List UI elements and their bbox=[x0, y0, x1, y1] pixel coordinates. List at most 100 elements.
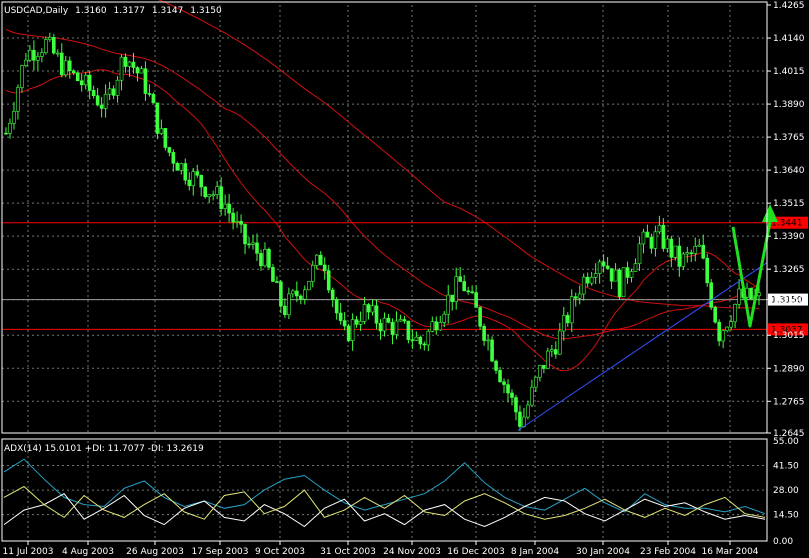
candle-body bbox=[506, 384, 510, 394]
candle-body bbox=[629, 271, 634, 278]
candle-body bbox=[685, 252, 690, 255]
candle-body bbox=[538, 365, 542, 378]
candle-body bbox=[223, 203, 227, 209]
candle-body bbox=[386, 317, 391, 323]
candle-body bbox=[390, 322, 395, 335]
time-tick-label: 26 Aug 2003 bbox=[126, 547, 184, 557]
candle-body bbox=[135, 67, 140, 74]
candle-body bbox=[179, 163, 184, 171]
candle-body bbox=[366, 304, 371, 313]
candle-body bbox=[147, 93, 152, 95]
candle-body bbox=[697, 244, 702, 247]
candle-body bbox=[406, 320, 411, 340]
candle-body bbox=[550, 349, 554, 352]
time-tick-label: 16 Mar 2004 bbox=[701, 547, 758, 557]
candle-body bbox=[127, 61, 132, 67]
candle-body bbox=[259, 253, 263, 267]
candle-body bbox=[83, 74, 88, 86]
candle-body bbox=[99, 104, 104, 109]
candle-body bbox=[36, 56, 40, 61]
candle-body bbox=[75, 72, 80, 82]
candle-body bbox=[115, 79, 120, 96]
price-tick-label: 1.4140 bbox=[773, 34, 805, 44]
candle-body bbox=[67, 60, 72, 72]
candle-body bbox=[470, 291, 474, 293]
candle-body bbox=[247, 243, 251, 246]
candle-body bbox=[171, 152, 176, 164]
time-tick-label: 11 Jul 2003 bbox=[3, 547, 54, 557]
candle-body bbox=[494, 360, 498, 371]
candle-body bbox=[713, 307, 717, 323]
candle-body bbox=[271, 267, 275, 282]
candle-body bbox=[757, 292, 761, 297]
candle-body bbox=[167, 147, 172, 153]
price-tick-label: 1.3015 bbox=[773, 331, 805, 341]
axes-labels: 1.4265 1.4140 1.4015 1.3890 1.3765 1.3640 1.35… bbox=[3, 1, 805, 557]
candle-body bbox=[526, 404, 530, 418]
candle-body bbox=[597, 261, 602, 274]
candle-body bbox=[362, 304, 367, 322]
candle-body bbox=[625, 267, 630, 278]
candle-body bbox=[518, 411, 522, 427]
candle-body bbox=[287, 293, 291, 316]
candle-body bbox=[151, 93, 156, 104]
candle-body bbox=[251, 242, 255, 245]
candle-body bbox=[374, 305, 379, 324]
candle-body bbox=[418, 336, 423, 345]
candle-body bbox=[103, 93, 108, 109]
candle-body bbox=[338, 312, 343, 321]
candle-body bbox=[729, 321, 733, 328]
candle-body bbox=[621, 267, 626, 297]
candle-body bbox=[291, 290, 295, 295]
chart-canvas[interactable]: 1.34411.30371.3150 1.4265 1.4140 1.4015 1.3… bbox=[0, 0, 809, 558]
adx-tick-label: 55.00 bbox=[773, 437, 799, 447]
candle-body bbox=[91, 90, 96, 96]
candle-body bbox=[486, 339, 490, 342]
candle-body bbox=[585, 276, 590, 284]
price-tick-label: 1.3265 bbox=[773, 265, 805, 275]
candle-body bbox=[334, 299, 339, 314]
candle-body bbox=[107, 88, 112, 95]
candle-body bbox=[119, 56, 124, 81]
candle-body bbox=[569, 296, 574, 324]
price-tick-label: 1.3150 bbox=[773, 296, 805, 306]
candle-body bbox=[693, 245, 698, 254]
candle-body bbox=[554, 349, 558, 355]
candle-body bbox=[55, 52, 60, 55]
time-tick-label: 8 Jan 2004 bbox=[511, 547, 559, 557]
candle-body bbox=[530, 386, 534, 406]
candle-body bbox=[279, 281, 283, 307]
moving-average-medium bbox=[5, 28, 760, 340]
candle-body bbox=[95, 95, 100, 106]
candle-body bbox=[394, 320, 399, 335]
candle-body bbox=[414, 336, 419, 341]
candle-body bbox=[187, 179, 192, 187]
candle-body bbox=[410, 339, 415, 341]
candle-body bbox=[474, 292, 478, 308]
candle-body bbox=[442, 313, 447, 323]
candle-body bbox=[677, 245, 682, 267]
candle-body bbox=[498, 370, 502, 383]
candle-body bbox=[143, 68, 148, 94]
candle-body bbox=[510, 392, 514, 398]
candle-body bbox=[63, 60, 68, 76]
candle-body bbox=[28, 49, 32, 61]
candle-body bbox=[681, 253, 686, 267]
candle-body bbox=[111, 88, 116, 96]
candle-body bbox=[79, 80, 84, 86]
candle-body bbox=[306, 281, 311, 291]
forex-chart-window[interactable]: 1.3441 1.3037 1.3150 1.4265 1.4140 1.4015 1.3… bbox=[0, 0, 809, 558]
candle-body bbox=[227, 203, 231, 214]
candle-body bbox=[342, 320, 347, 327]
candle-body bbox=[641, 231, 646, 245]
candle-body bbox=[295, 290, 299, 297]
candle-body bbox=[235, 220, 239, 223]
candle-body bbox=[482, 325, 486, 341]
candle-body bbox=[689, 252, 694, 255]
candle-body bbox=[267, 248, 271, 268]
moving-average-fast bbox=[5, 69, 760, 372]
adx-tick-label: 41.50 bbox=[773, 462, 799, 472]
candle-body bbox=[163, 128, 168, 148]
candle-body bbox=[8, 122, 12, 134]
candle-body bbox=[617, 269, 622, 297]
